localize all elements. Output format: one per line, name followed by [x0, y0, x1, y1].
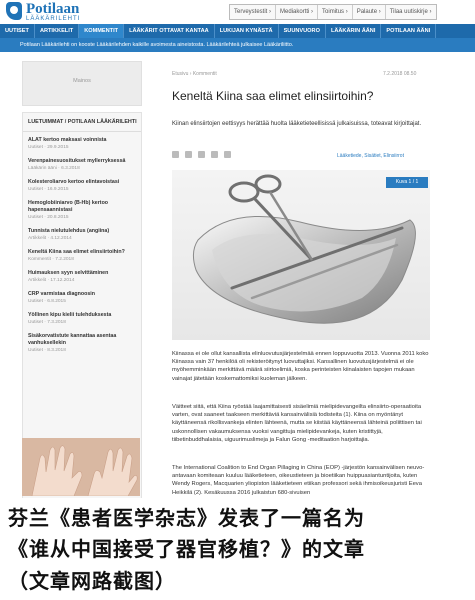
article-paragraph: Kiinassa ei ole ollut kansallista elinlu… [172, 351, 429, 382]
list-item-title: Hemoglobiiniarvo (B-Hb) kertoo hapensaan… [28, 200, 109, 213]
caption-line: 芬兰《患者医学杂志》发表了一篇名为 [8, 508, 365, 530]
logo-mark-icon [6, 2, 22, 20]
list-item-meta: Uutiset · 16.9.2015 [28, 187, 69, 192]
list-item-meta: Lääkärin ääni · 6.3.2018 [28, 166, 80, 171]
photo-counter-badge[interactable]: Kuva 1 / 1 [386, 177, 428, 188]
page-title: Keneltä Kiina saa elimet elinsiirtoihin? [172, 89, 374, 103]
article-lead: Kiinan elinsiirtojen eettisyys herättää … [172, 121, 422, 127]
ad-label: Mainos [73, 78, 91, 84]
list-item-title: Kolesteroliarvo kertoo elintavoistasi [28, 179, 120, 185]
linkedin-icon[interactable] [198, 151, 205, 158]
article-date: 7.2.2018 08.50 [383, 71, 417, 77]
surgical-tray-icon [192, 174, 416, 324]
caption-line: （文章网路截图） [8, 571, 176, 593]
list-item-meta: Artikkelit · 17.12.2014 [28, 278, 75, 283]
list-item-meta: Kommentit · 7.2.2018 [28, 257, 74, 262]
facebook-icon[interactable] [172, 151, 179, 158]
list-item[interactable]: Tunnista nielutulehdus (angiina) Artikkel… [28, 228, 138, 242]
nav-item-laakarin-aani[interactable]: LÄÄKÄRIN ÄÄNI [326, 24, 382, 38]
logo-subtitle: LÄÄKÄRILEHTI [26, 16, 81, 22]
caption-line: 《谁从中国接受了器官移植？》的文章 [8, 539, 365, 561]
list-item-title: Verenpainesuositukset myllerryksessä [28, 158, 126, 164]
site-header: Potilaan LÄÄKÄRILEHTI Terveystestit › Me… [0, 0, 475, 24]
top-link-toimitus[interactable]: Toimitus › [318, 5, 353, 19]
article-tags[interactable]: Lääketiede, Sisätiet, Elinsiirrot [337, 153, 404, 159]
nav-item-suunvuoro[interactable]: SUUNVUORO [279, 24, 326, 38]
list-item-meta: Uutiset · 29.9.2015 [28, 145, 69, 150]
sidebar-hands-image[interactable] [22, 438, 140, 496]
sidebar-title: LUETUIMMAT / POTILAAN LÄÄKÄRILEHTI [28, 119, 137, 125]
article-paragraph: The International Coalition to End Organ… [172, 465, 425, 496]
ad-placeholder[interactable]: Mainos [22, 61, 142, 106]
list-item-meta: Uutiset · 8.3.2018 [28, 348, 66, 353]
list-item[interactable]: Hemoglobiiniarvo (B-Hb) kertoo hapensaan… [28, 200, 138, 221]
list-item[interactable]: Keneltä Kiina saa elimet elinsiirtoihin?… [28, 249, 138, 263]
twitter-icon[interactable] [185, 151, 192, 158]
hands-illustration-icon [22, 438, 140, 496]
list-item-meta: Uutiset · 6.8.2015 [28, 299, 66, 304]
list-item[interactable]: Kolesteroliarvo kertoo elintavoistasi Uut… [28, 179, 138, 193]
nav-item-kommentit[interactable]: KOMMENTIT [79, 24, 125, 38]
share-bar [172, 151, 231, 158]
list-item-title: ALAT kertoo maksasi voinnista [28, 137, 107, 143]
print-icon[interactable] [224, 151, 231, 158]
top-link-uutiskirje[interactable]: Tilaa uutiskirje › [386, 5, 436, 19]
site-logo[interactable]: Potilaan LÄÄKÄRILEHTI [6, 1, 126, 22]
nav-item-potilaan-aani[interactable]: POTILAAN ÄÄNI [381, 24, 437, 38]
list-item[interactable]: ALAT kertoo maksasi voinnista Uutiset · 2… [28, 137, 138, 151]
article-photo[interactable] [172, 170, 430, 340]
top-link-palaute[interactable]: Palaute › [353, 5, 386, 19]
site-notice-bar: Potilaan Lääkärilehti on kooste Lääkäril… [0, 38, 475, 52]
nav-item-artikkelit[interactable]: ARTIKKELIT [35, 24, 80, 38]
main-nav: UUTISET ARTIKKELIT KOMMENTIT LÄÄKÄRIT OT… [0, 24, 475, 38]
image-caption: 芬兰《患者医学杂志》发表了一篇名为 《谁从中国接受了器官移植？》的文章 （文章网… [0, 498, 475, 600]
list-item-meta: Artikkelit · 4.12.2014 [28, 236, 72, 241]
top-links: Terveystestit › Mediakortti › Toimitus ›… [229, 4, 437, 20]
list-item-title: Yöllinen kipu kielii tulehduksesta [28, 312, 112, 318]
site-notice-text: Potilaan Lääkärilehti on kooste Lääkäril… [20, 42, 294, 48]
nav-item-lukijan-kynasta[interactable]: LUKIJAN KYNÄSTÄ [215, 24, 279, 38]
nav-item-uutiset[interactable]: UUTISET [0, 24, 35, 38]
top-link-mediakortti[interactable]: Mediakortti › [276, 5, 319, 19]
list-item-title: Tunnista nielutulehdus (angiina) [28, 228, 110, 234]
nav-item-laakarit-ottavat-kantaa[interactable]: LÄÄKÄRIT OTTAVAT KANTAA [124, 24, 215, 38]
breadcrumb[interactable]: Etusivu › Kommentit [172, 71, 217, 77]
list-item-title: Sisäkorvatistute kannattaa asentaa vanhu… [28, 333, 117, 346]
article-paragraph: Väitteet siitä, että Kiina ryöstää laaja… [172, 404, 422, 443]
list-item-title: CRP varmistaa diagnoosin [28, 291, 96, 297]
list-item-title: Keneltä Kiina saa elimet elinsiirtoihin? [28, 249, 125, 255]
list-item-meta: Uutiset · 7.3.2018 [28, 320, 66, 325]
top-link-terveystestit[interactable]: Terveystestit › [230, 5, 277, 19]
sidebar-header: LUETUIMMAT / POTILAAN LÄÄKÄRILEHTI [23, 113, 141, 132]
list-item[interactable]: CRP varmistaa diagnoosin Uutiset · 6.8.20… [28, 291, 138, 305]
list-item[interactable]: Yöllinen kipu kielii tulehduksesta Uutise… [28, 312, 138, 326]
list-item[interactable]: Verenpainesuositukset myllerryksessä Lääk… [28, 158, 138, 172]
list-item-meta: Uutiset · 20.8.2015 [28, 215, 69, 220]
list-item[interactable]: Sisäkorvatistute kannattaa asentaa vanhu… [28, 333, 138, 354]
most-read-list: ALAT kertoo maksasi voinnista Uutiset · 2… [28, 137, 138, 361]
list-item[interactable]: Huimauksen syyn selvittäminen Artikkelit … [28, 270, 138, 284]
email-icon[interactable] [211, 151, 218, 158]
list-item-title: Huimauksen syyn selvittäminen [28, 270, 109, 276]
